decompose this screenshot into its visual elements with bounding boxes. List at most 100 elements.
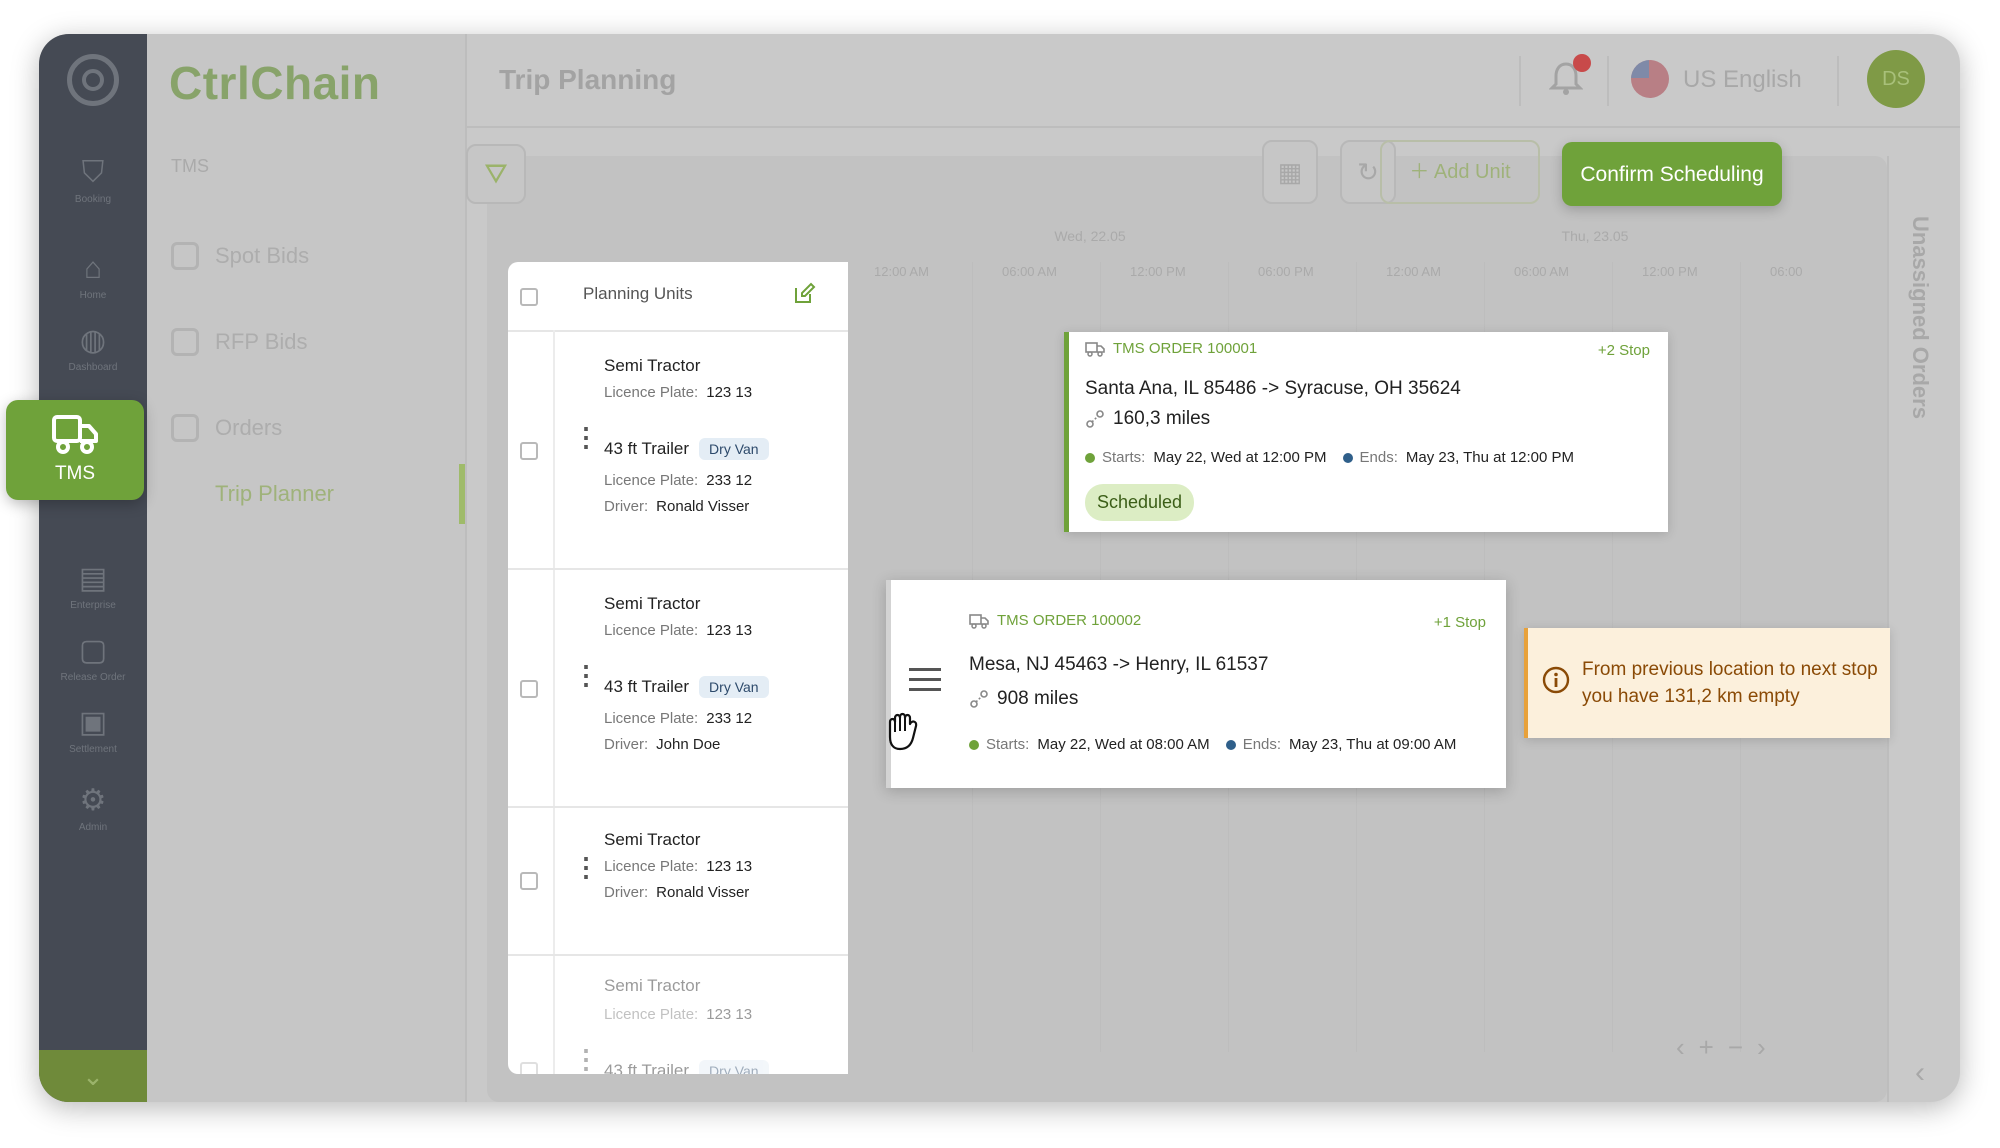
order-card[interactable]: TMS ORDER 100001 +2 Stop Santa Ana, IL 8… — [1064, 332, 1668, 532]
confirm-scheduling-button[interactable]: Confirm Scheduling — [1562, 142, 1782, 206]
order-route: Mesa, NJ 45463 -> Henry, IL 61537 — [969, 654, 1269, 675]
divider — [1837, 56, 1839, 106]
more-options-icon[interactable]: ⋮ — [573, 1046, 599, 1072]
driver: Driver: Ronald Visser — [604, 498, 750, 515]
sidebar-nav: CtrlChain TMS Spot Bids RFP Bids Orders … — [147, 34, 467, 1102]
timeline-hour: 12:00 PM — [1642, 264, 1698, 279]
order-distance: 908 miles — [969, 688, 1078, 710]
timeline-hour: 12:00 PM — [1130, 264, 1186, 279]
rail-item-release-order[interactable]: ▢ Release Order — [39, 634, 147, 683]
end-dot — [1225, 739, 1236, 750]
nav-item-rfp-bids[interactable]: RFP Bids — [171, 322, 308, 362]
rail-item-admin[interactable]: ⚙ Admin — [39, 784, 147, 833]
language-selector[interactable]: US English — [1683, 66, 1802, 94]
trailer-plate: Licence Plate: 233 12 — [604, 710, 753, 727]
chevron-down-icon: ⌄ — [82, 1061, 104, 1091]
planning-unit-row[interactable]: Semi Tractor Licence Plate: 123 13 ⋮ Driv… — [508, 808, 848, 956]
timeline-hour: 06:00 PM — [1258, 264, 1314, 279]
home-icon: ⌂ — [83, 252, 103, 285]
truck-icon — [52, 415, 98, 454]
driver: Driver: Ronald Visser — [604, 884, 750, 901]
brand-name: CtrlChain — [169, 57, 381, 109]
trailer-type-badge: Dry Van — [699, 676, 769, 698]
tractor-plate: Licence Plate: 123 13 — [604, 622, 753, 639]
more-options-icon[interactable]: ⋮ — [573, 424, 599, 450]
planning-unit-row[interactable]: Semi Tractor Licence Plate: 123 13 ⋮ 43 f… — [508, 332, 848, 570]
row-checkbox[interactable] — [520, 680, 538, 698]
rail-item-home[interactable]: ⌂ Home — [39, 252, 147, 301]
route-icon — [1086, 410, 1104, 428]
us-flag-icon[interactable] — [1631, 60, 1669, 98]
top-bar: Trip Planning US English DS — [467, 34, 1960, 128]
order-route: Santa Ana, IL 85486 -> Syracuse, OH 3562… — [1085, 378, 1461, 399]
timeline-hour: 06:00 AM — [1514, 264, 1569, 279]
timeline-hour: 06:00 AM — [1002, 264, 1057, 279]
rfp-bids-icon — [171, 328, 199, 356]
tractor-plate: Licence Plate: 123 13 — [604, 858, 753, 875]
select-all-checkbox[interactable] — [520, 288, 538, 306]
start-dot — [1085, 452, 1095, 463]
drag-handle-icon[interactable] — [909, 668, 941, 698]
row-checkbox[interactable] — [520, 872, 538, 890]
filter-icon: ⛛ — [484, 158, 508, 189]
order-card-dragging[interactable]: TMS ORDER 100002 +1 Stop Mesa, NJ 45463 … — [886, 580, 1506, 788]
more-options-icon[interactable]: ⋮ — [573, 662, 599, 688]
driver: Driver: John Doe — [604, 736, 721, 753]
avatar[interactable]: DS — [1867, 50, 1925, 108]
order-distance: 160,3 miles — [1085, 408, 1210, 430]
nav-item-spot-bids[interactable]: Spot Bids — [171, 236, 309, 276]
rail-item-dashboard[interactable]: ◍ Dashboard — [39, 324, 147, 373]
order-times: Starts: May 22, Wed at 12:00 PM Ends: May … — [1085, 449, 1590, 466]
timeline-hour: 12:00 AM — [874, 264, 929, 279]
timeline-day: Thu, 23.05 — [1561, 228, 1629, 244]
chevron-left-icon[interactable]: ‹ — [1915, 1056, 1925, 1090]
planning-unit-row[interactable]: Semi Tractor Licence Plate: 123 13 ⋮ 43 f… — [508, 570, 848, 808]
trailer-name: 43 ft Trailer Dry Van — [604, 1060, 769, 1074]
trailer-plate: Licence Plate: 233 12 — [604, 472, 753, 489]
order-id: TMS ORDER 100002 — [969, 612, 1141, 629]
grid-view-button[interactable]: ▦ — [1262, 140, 1318, 204]
planning-units-title: Planning Units — [583, 284, 693, 303]
timeline-hour: 12:00 AM — [1386, 264, 1441, 279]
tag-icon: ⛉ — [81, 156, 105, 189]
unassigned-orders-title[interactable]: Unassigned Orders — [1907, 216, 1933, 419]
planning-units-panel: Planning Units Semi Tractor Licence Plat… — [508, 262, 848, 1074]
order-times: Starts: May 22, Wed at 08:00 AM Ends: May … — [969, 736, 1472, 753]
edit-icon[interactable] — [792, 282, 816, 306]
tractor-plate: Licence Plate: 123 13 — [604, 1006, 753, 1023]
order-id: TMS ORDER 100001 — [1085, 340, 1257, 357]
trailer-type-badge: Dry Van — [699, 1060, 769, 1074]
stops-count: +1 Stop — [1433, 614, 1486, 631]
info-icon — [1542, 666, 1570, 694]
rail-item-tms[interactable]: TMS — [6, 400, 144, 500]
grab-cursor-icon — [888, 712, 918, 751]
tractor-name: Semi Tractor — [604, 830, 701, 849]
rail-item-enterprise[interactable]: ▤ Enterprise — [39, 562, 147, 611]
collapse-rail-button[interactable]: ⌄ — [39, 1050, 147, 1102]
timeline-header: Wed, 22.05 Thu, 23.05 12:00 AM 06:00 AM … — [850, 228, 1825, 290]
truck-icon — [1085, 341, 1105, 357]
ledger-icon: ▣ — [78, 706, 108, 739]
nav-section-title: TMS — [171, 156, 209, 176]
nav-item-orders[interactable]: Orders — [171, 408, 282, 448]
filter-button[interactable]: ⛛ — [466, 144, 526, 204]
refresh-icon: ↻ — [1357, 157, 1379, 187]
nav-item-trip-planner[interactable]: Trip Planner — [171, 474, 334, 514]
add-unit-button[interactable]: ＋ Add Unit — [1380, 140, 1540, 204]
tractor-name: Semi Tractor — [604, 356, 701, 375]
planning-units-header: Planning Units — [508, 262, 848, 332]
row-checkbox[interactable] — [520, 1062, 538, 1074]
timeline-day: Wed, 22.05 — [1054, 228, 1126, 244]
more-options-icon[interactable]: ⋮ — [573, 854, 599, 880]
logo-icon — [67, 54, 119, 106]
unassigned-orders-panel: Unassigned Orders ‹ — [1887, 156, 1960, 1102]
grid-icon: ▦ — [1277, 157, 1303, 187]
rail-item-settlement[interactable]: ▣ Settlement — [39, 706, 147, 755]
row-checkbox[interactable] — [520, 442, 538, 460]
timeline-nav-controls[interactable]: ‹+−› — [1676, 1032, 1780, 1063]
rail-item-booking[interactable]: ⛉ Booking — [39, 156, 147, 205]
document-icon: ▤ — [78, 562, 108, 595]
empty-distance-tooltip: From previous location to next stop you … — [1524, 628, 1890, 738]
truck-icon — [969, 613, 989, 629]
planning-unit-row[interactable]: Semi Tractor Licence Plate: 123 13 ⋮ 43 f… — [508, 956, 848, 1074]
